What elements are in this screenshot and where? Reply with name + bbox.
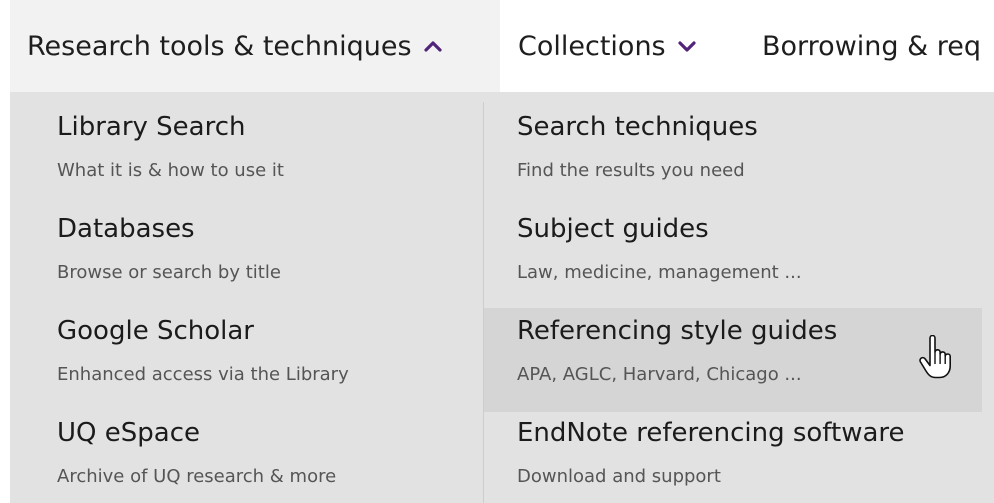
menu-link-uq-espace[interactable]: UQ eSpace Archive of UQ research & more <box>57 418 477 503</box>
chevron-up-icon <box>422 35 444 57</box>
menu-link-subtitle: APA, AGLC, Harvard, Chicago ... <box>517 364 802 385</box>
research-tools-dropdown: Library Search What it is & how to use i… <box>10 92 994 503</box>
top-navigation: Research tools & techniques Collections … <box>0 0 994 92</box>
menu-link-title: Subject guides <box>517 214 709 244</box>
nav-research-tools-label: Research tools & techniques <box>27 30 412 62</box>
nav-borrowing-label: Borrowing & req <box>762 30 982 62</box>
hand-pointer-icon <box>917 334 955 381</box>
nav-collections[interactable]: Collections <box>518 0 698 92</box>
menu-link-title: UQ eSpace <box>57 418 200 448</box>
column-divider <box>483 102 484 503</box>
menu-link-subtitle: Archive of UQ research & more <box>57 466 337 487</box>
menu-link-title: Referencing style guides <box>517 316 838 346</box>
nav-research-tools[interactable]: Research tools & techniques <box>10 0 500 92</box>
page: Research tools & techniques Collections … <box>0 0 994 503</box>
menu-link-databases[interactable]: Databases Browse or search by title <box>57 214 477 312</box>
chevron-down-icon <box>676 35 698 57</box>
menu-link-title: EndNote referencing software <box>517 418 905 448</box>
menu-link-subtitle: What it is & how to use it <box>57 160 284 181</box>
menu-link-subtitle: Law, medicine, management ... <box>517 262 802 283</box>
menu-link-library-search[interactable]: Library Search What it is & how to use i… <box>57 112 477 210</box>
menu-link-subtitle: Find the results you need <box>517 160 745 181</box>
menu-link-subtitle: Download and support <box>517 466 721 487</box>
menu-link-title: Databases <box>57 214 195 244</box>
menu-link-referencing-style-guides[interactable]: Referencing style guides APA, AGLC, Harv… <box>484 308 982 412</box>
menu-link-search-techniques[interactable]: Search techniques Find the results you n… <box>517 112 977 210</box>
nav-borrowing[interactable]: Borrowing & req <box>762 0 981 92</box>
nav-collections-label: Collections <box>518 30 666 62</box>
menu-link-endnote[interactable]: EndNote referencing software Download an… <box>517 418 977 503</box>
menu-link-title: Library Search <box>57 112 246 142</box>
menu-link-title: Google Scholar <box>57 316 254 346</box>
menu-link-subtitle: Browse or search by title <box>57 262 281 283</box>
menu-link-google-scholar[interactable]: Google Scholar Enhanced access via the L… <box>57 316 477 414</box>
menu-link-title: Search techniques <box>517 112 758 142</box>
menu-link-subject-guides[interactable]: Subject guides Law, medicine, management… <box>517 214 977 312</box>
menu-link-subtitle: Enhanced access via the Library <box>57 364 349 385</box>
